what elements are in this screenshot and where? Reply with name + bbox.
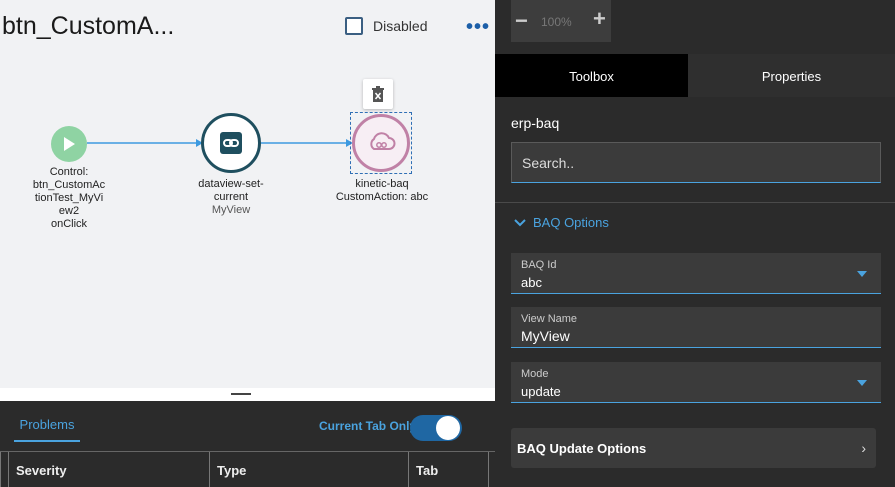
flow-canvas[interactable]: btn_CustomA... Disabled ••• Control: btn… [0,0,495,388]
column-header-severity[interactable]: Severity [8,452,209,487]
chevron-down-icon [514,218,526,226]
tab-properties[interactable]: Properties [688,54,895,97]
tab-problems[interactable]: Problems [14,417,80,442]
play-icon [64,137,75,151]
kinetic-baq-node[interactable] [352,114,410,172]
start-label-line: onClick [50,218,88,230]
field-value: MyView [521,328,570,344]
panel-tabs: Toolbox Properties [495,54,895,97]
properties-panel: − 100% + Toolbox Properties erp-baq BAQ … [495,0,895,487]
collapse-label: BAQ Update Options [517,441,647,456]
toggle-knob [436,416,460,440]
delete-node-button[interactable] [363,79,393,109]
view-name-field[interactable]: View Name MyView [511,307,881,348]
baq-update-options-section[interactable]: BAQ Update Options › [511,428,876,468]
field-label: View Name [521,313,578,325]
start-node[interactable] [51,126,87,162]
dataview-node-label: dataview-set- current MyView [186,178,276,217]
problems-panel: Problems Current Tab Only Severity Type … [0,401,495,487]
zoom-in-button[interactable]: + [593,6,606,32]
field-value: abc [521,275,542,290]
current-tab-only-toggle[interactable] [410,415,462,441]
trash-icon [372,86,384,102]
baq-options-section-header[interactable]: BAQ Options [513,215,609,230]
divider [495,202,895,203]
baq-id-select[interactable]: BAQ Id abc [511,253,881,294]
kinetic-sub: CustomAction: abc [335,191,429,203]
table-gutter [0,452,8,487]
tab-toolbox[interactable]: Toolbox [495,54,688,97]
start-label-line: Control: [49,166,89,178]
splitter-handle-icon[interactable] [231,393,251,395]
link-icon [220,132,242,154]
start-label-line: tionTest_MyVi [34,192,104,204]
column-header-type[interactable]: Type [209,452,408,487]
kinetic-name: kinetic-baq [355,178,409,190]
dataview-sub: MyView [211,204,251,216]
dropdown-arrow-icon[interactable] [857,271,867,277]
field-label: Mode [521,368,549,380]
dropdown-arrow-icon[interactable] [857,380,867,386]
mode-select[interactable]: Mode update [511,362,881,403]
start-label-line: ew2 [58,205,80,217]
dataview-set-current-node[interactable] [201,113,261,173]
dataview-name: current [213,191,249,203]
cloud-link-icon [370,132,396,150]
current-tab-only-label: Current Tab Only [319,419,417,433]
start-label-line: btn_CustomAc [32,179,106,191]
field-label: BAQ Id [521,259,557,271]
problems-table-header: Severity Type Tab [0,451,495,487]
column-header-tab[interactable]: Tab [408,452,489,487]
kinetic-node-label: kinetic-baq CustomAction: abc [320,178,444,204]
chevron-right-icon: › [861,440,866,456]
field-value: update [521,384,561,399]
section-title: BAQ Options [533,215,609,230]
zoom-control: − 100% + [511,0,611,42]
dataview-name: dataview-set- [198,178,264,190]
component-name: erp-baq [511,115,560,131]
search-input[interactable] [511,142,881,183]
panel-splitter[interactable] [0,388,495,401]
start-node-label: Control: btn_CustomAc tionTest_MyVi ew2 … [24,166,114,231]
zoom-out-button[interactable]: − [515,8,528,34]
zoom-level: 100% [541,15,572,29]
